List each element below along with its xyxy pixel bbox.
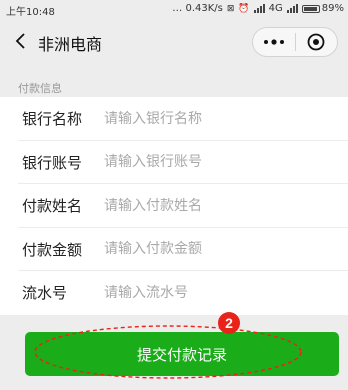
battery-icon: 89% [301, 3, 344, 14]
payer-name-label: 付款姓名 [22, 197, 83, 216]
payer-name-input[interactable] [104, 190, 324, 221]
target-circle-icon[interactable] [296, 28, 337, 56]
form-row-bank-name: 银行名称 [0, 97, 348, 141]
section-title: 付款信息 [18, 82, 62, 95]
network-type: 4G [268, 3, 283, 14]
bank-account-label: 银行账号 [22, 153, 83, 172]
sim-icon: ⊠ [226, 3, 235, 14]
submit-payment-button[interactable]: 提交付款记录 [25, 332, 339, 376]
bank-name-label: 银行名称 [22, 110, 83, 129]
chevron-left-icon[interactable] [12, 32, 30, 50]
capsule-menu [252, 27, 338, 57]
payment-amount-input[interactable] [104, 234, 324, 265]
form-row-bank-account: 银行账号 [0, 141, 348, 185]
status-time: 上午10:48 [6, 7, 55, 18]
form-row-payment-amount: 付款金额 [0, 228, 348, 272]
form-row-payer-name: 付款姓名 [0, 184, 348, 228]
more-dots-icon[interactable] [253, 28, 295, 56]
status-bar: 上午10:48 … 0.43K/s ⊠ ⏰ 4G 89% [0, 0, 348, 18]
bank-account-input[interactable] [104, 147, 324, 178]
serial-number-label: 流水号 [22, 284, 68, 303]
form-row-serial-number: 流水号 [0, 271, 348, 315]
button-area: 提交付款记录 [0, 315, 348, 390]
signal-icon [253, 4, 265, 13]
serial-number-input[interactable] [104, 277, 324, 308]
signal-icon-2 [286, 4, 298, 13]
payment-form: 银行名称 银行账号 付款姓名 付款金额 流水号 [0, 97, 348, 315]
bank-name-input[interactable] [104, 103, 324, 134]
payment-amount-label: 付款金额 [22, 240, 83, 259]
network-speed: … 0.43K/s [172, 3, 223, 14]
page-title: 非洲电商 [38, 35, 103, 54]
status-indicators: … 0.43K/s ⊠ ⏰ 4G 89% [172, 3, 344, 14]
alarm-icon: ⏰ [238, 3, 250, 14]
nav-bar: 非洲电商 [0, 18, 348, 64]
battery-level: 89% [321, 3, 344, 14]
